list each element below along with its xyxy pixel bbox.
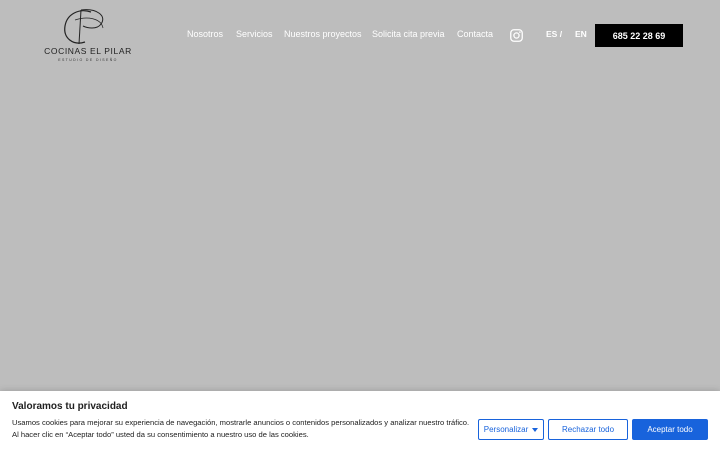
language-en[interactable]: EN (575, 29, 587, 39)
logo[interactable]: COCINAS EL PILAR ESTUDIO DE DISEÑO (40, 6, 136, 64)
nav-nosotros[interactable]: Nosotros (187, 29, 223, 43)
nav-nuestros-proyectos[interactable]: Nuestros proyectos (284, 29, 362, 43)
cookie-banner: Valoramos tu privacidad Usamos cookies p… (0, 391, 720, 450)
nav-solicita-cita[interactable]: Solicita cita previa (372, 29, 445, 43)
brand-tagline: ESTUDIO DE DISEÑO (58, 58, 118, 62)
customize-label: Personalizar (483, 425, 529, 434)
site-header: COCINAS EL PILAR ESTUDIO DE DISEÑO Nosot… (0, 0, 720, 72)
accept-all-button[interactable]: Aceptar todo (632, 419, 708, 440)
monogram-icon (64, 9, 104, 45)
cookie-text: Usamos cookies para mejorar su experienc… (12, 418, 470, 439)
instagram-icon[interactable] (510, 29, 523, 42)
brand-name: COCINAS EL PILAR (44, 46, 132, 56)
phone-button[interactable]: 685 22 28 69 (595, 24, 683, 47)
caret-down-icon (532, 427, 539, 432)
cookie-title: Valoramos tu privacidad (12, 401, 128, 412)
nav-contacta[interactable]: Contacta (457, 29, 493, 43)
customize-button[interactable]: Personalizar (478, 419, 544, 440)
reject-all-button[interactable]: Rechazar todo (548, 419, 628, 440)
language-es[interactable]: ES / (546, 29, 562, 39)
nav-servicios[interactable]: Servicios (236, 29, 273, 43)
